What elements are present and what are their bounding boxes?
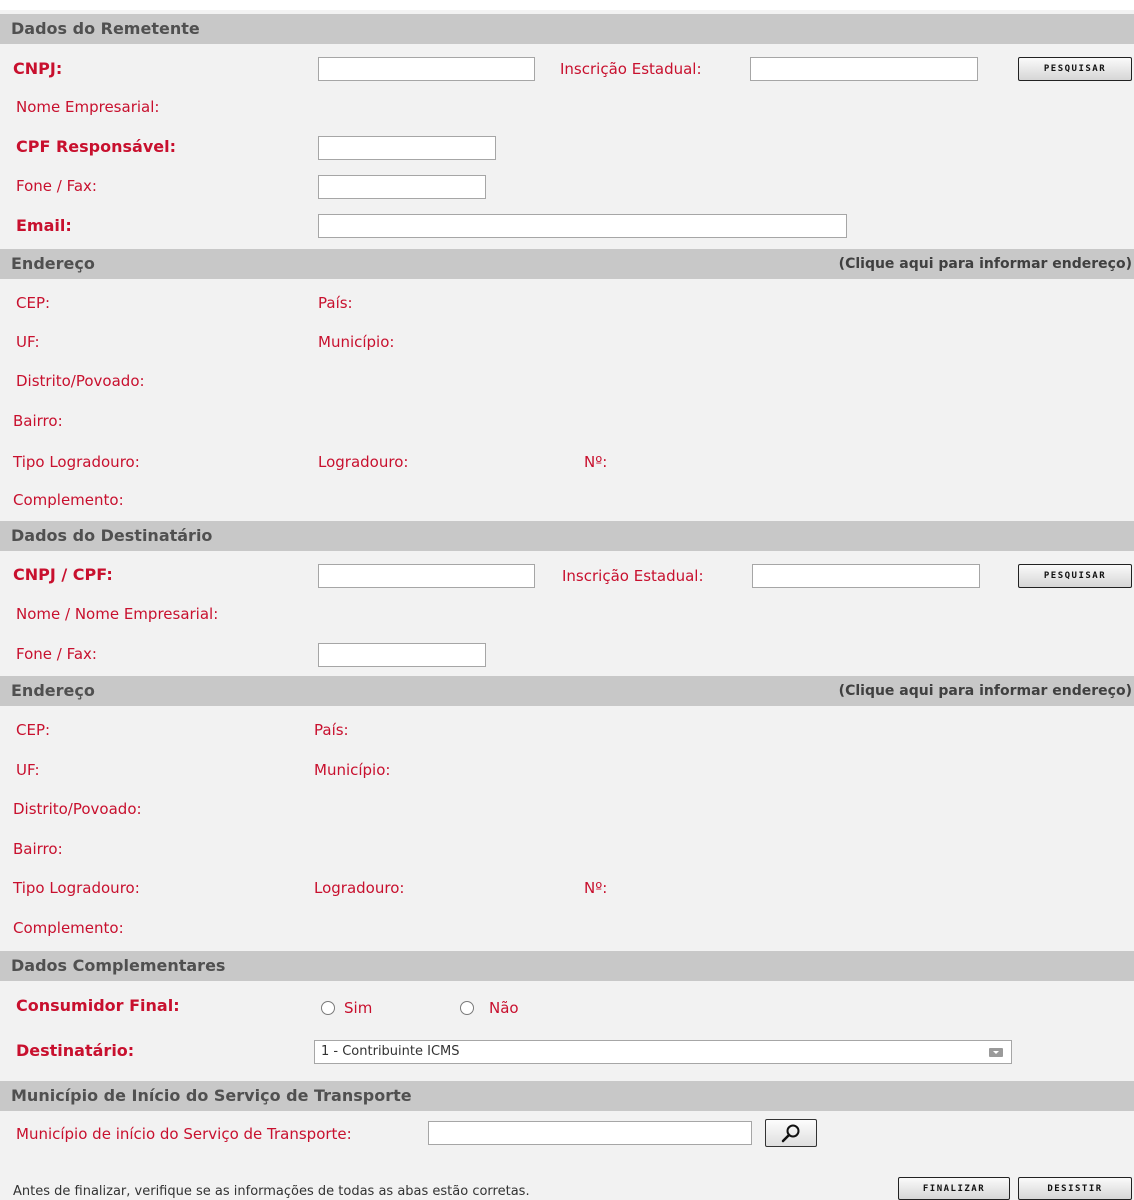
section-title: Município de Início do Serviço de Transp… [11,1086,412,1105]
municipio-inicio-label: Município de início do Serviço de Transp… [16,1125,352,1143]
remetente-numero-label: Nº: [584,453,608,471]
destinatario-numero-label: Nº: [584,879,608,897]
destinatario-pesquisar-button[interactable]: PESQUISAR [1018,564,1132,588]
section-title: Dados do Remetente [11,19,200,38]
section-title: Dados Complementares [11,956,226,975]
remetente-cnpj-input[interactable] [318,57,535,81]
destinatario-tipo-logradouro-label: Tipo Logradouro: [13,879,140,897]
consumidor-final-label: Consumidor Final: [16,996,180,1015]
remetente-logradouro-label: Logradouro: [318,453,409,471]
section-header-remetente-endereco: Endereço (Clique aqui para informar ende… [0,249,1134,279]
remetente-complemento-label: Complemento: [13,491,124,509]
destinatario-fone-input[interactable] [318,643,486,667]
remetente-endereco-link[interactable]: (Clique aqui para informar endereço) [839,249,1132,279]
consumidor-nao-label[interactable]: Não [489,998,519,1018]
municipio-search-button[interactable] [765,1119,817,1147]
destinatario-tipo-select[interactable]: 1 - Contribuinte ICMS [314,1040,1012,1064]
remetente-pais-label: País: [318,294,353,312]
remetente-email-input[interactable] [318,214,847,238]
remetente-email-label: Email: [16,216,72,235]
remetente-cpf-input[interactable] [318,136,496,160]
destinatario-cnpj-cpf-input[interactable] [318,564,535,588]
destinatario-bairro-label: Bairro: [13,840,63,858]
desistir-button[interactable]: DESISTIR [1018,1177,1132,1200]
destinatario-nome-label: Nome / Nome Empresarial: [16,605,219,623]
section-header-municipio-inicio: Município de Início do Serviço de Transp… [0,1081,1134,1111]
destinatario-logradouro-label: Logradouro: [314,879,405,897]
section-header-complementares: Dados Complementares [0,951,1134,981]
remetente-municipio-label: Município: [318,333,395,351]
remetente-ie-input[interactable] [750,57,978,81]
destinatario-uf-label: UF: [16,761,40,779]
destinatario-municipio-label: Município: [314,761,391,779]
remetente-nome-label: Nome Empresarial: [16,98,160,116]
remetente-ie-label: Inscrição Estadual: [560,60,702,78]
consumidor-nao-radio[interactable] [460,1001,474,1015]
destinatario-distrito-label: Distrito/Povoado: [13,800,142,818]
remetente-cpf-label: CPF Responsável: [16,137,176,156]
top-strip [0,0,1134,10]
remetente-bairro-label: Bairro: [13,412,63,430]
destinatario-ie-label: Inscrição Estadual: [562,567,704,585]
destinatario-ie-input[interactable] [752,564,980,588]
remetente-tipo-logradouro-label: Tipo Logradouro: [13,453,140,471]
select-value: 1 - Contribuinte ICMS [321,1044,460,1059]
remetente-uf-label: UF: [16,333,40,351]
consumidor-sim-label[interactable]: Sim [344,998,372,1018]
destinatario-complemento-label: Complemento: [13,919,124,937]
destinatario-cnpj-cpf-label: CNPJ / CPF: [13,565,113,584]
remetente-cep-label: CEP: [16,294,51,312]
destinatario-tipo-label: Destinatário: [16,1041,135,1060]
destinatario-pais-label: País: [314,721,349,739]
finalizar-button[interactable]: FINALIZAR [898,1177,1010,1200]
destinatario-fone-label: Fone / Fax: [16,645,97,663]
section-header-remetente: Dados do Remetente [0,14,1134,44]
section-header-destinatario: Dados do Destinatário [0,521,1134,551]
consumidor-sim-radio[interactable] [321,1001,335,1015]
remetente-pesquisar-button[interactable]: PESQUISAR [1018,57,1132,81]
dropdown-arrow-icon [989,1048,1003,1057]
section-title: Endereço [11,681,95,700]
destinatario-cep-label: CEP: [16,721,51,739]
remetente-fone-label: Fone / Fax: [16,177,97,195]
remetente-cnpj-label: CNPJ: [13,59,63,78]
remetente-distrito-label: Distrito/Povoado: [16,372,145,390]
remetente-fone-input[interactable] [318,175,486,199]
magnifier-icon [781,1124,800,1143]
footer-note: Antes de finalizar, verifique se as info… [13,1184,530,1199]
section-title: Dados do Destinatário [11,526,213,545]
cte-form-page: Dados do Remetente CNPJ: Inscrição Estad… [0,0,1134,1200]
municipio-inicio-input[interactable] [428,1121,752,1145]
destinatario-endereco-link[interactable]: (Clique aqui para informar endereço) [839,676,1132,706]
section-title: Endereço [11,254,95,273]
section-header-destinatario-endereco: Endereço (Clique aqui para informar ende… [0,676,1134,706]
